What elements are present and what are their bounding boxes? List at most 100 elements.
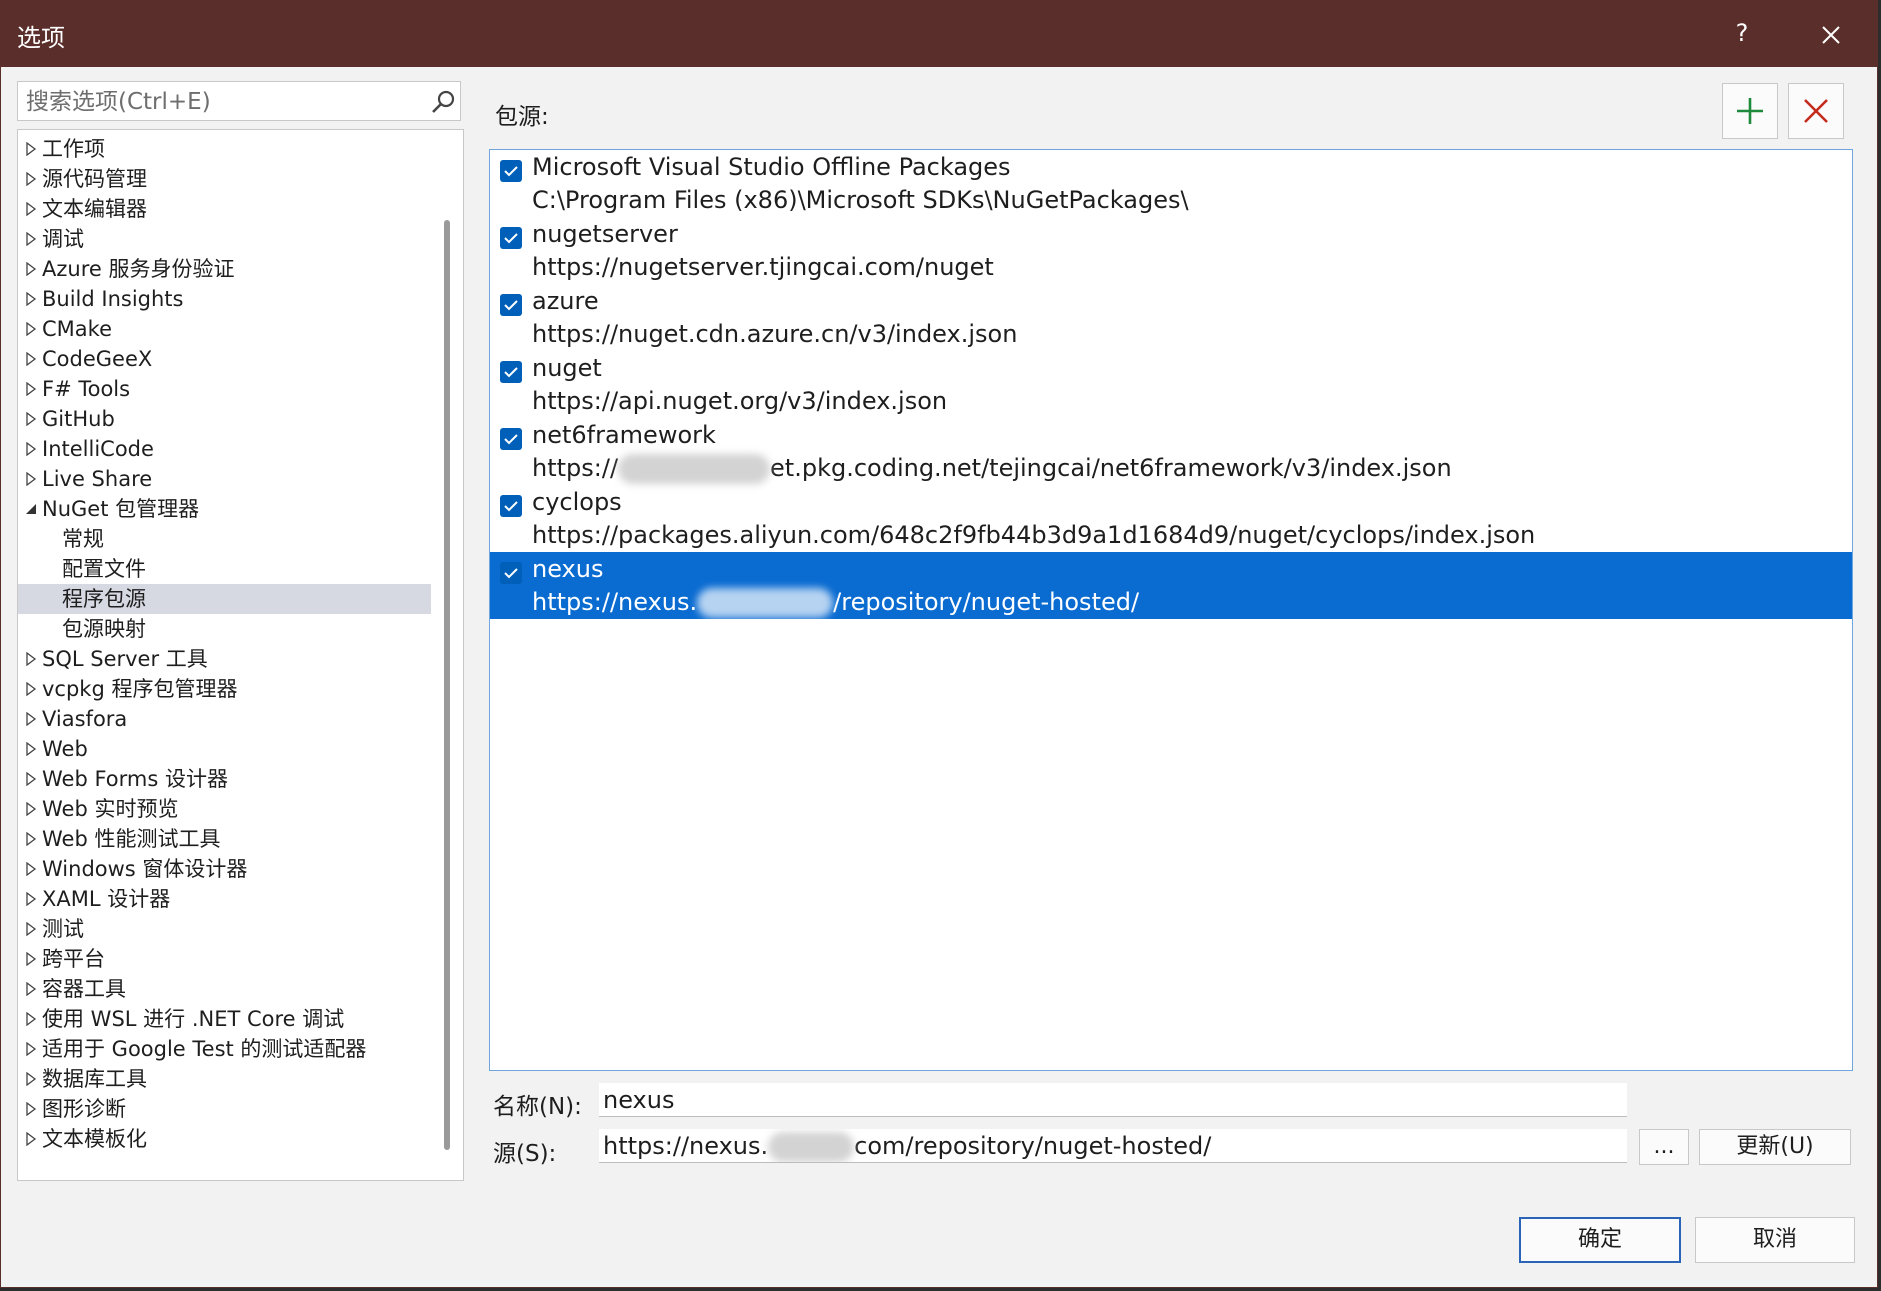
collapsed-arrow-icon[interactable] bbox=[26, 352, 38, 366]
close-button[interactable] bbox=[1809, 13, 1853, 57]
tree-scrollbar[interactable] bbox=[444, 220, 450, 1150]
tree-item[interactable]: F# Tools bbox=[18, 374, 431, 404]
remove-source-button[interactable] bbox=[1788, 83, 1844, 139]
source-field[interactable]: https://nexus. com/repository/nuget-hoste… bbox=[599, 1129, 1627, 1163]
tree-item[interactable]: Web bbox=[18, 734, 431, 764]
package-sources-list[interactable]: Microsoft Visual Studio Offline Packages… bbox=[489, 149, 1853, 1071]
tree-item[interactable]: 适用于 Google Test 的测试适配器 bbox=[18, 1034, 431, 1064]
tree-item[interactable]: 图形诊断 bbox=[18, 1094, 431, 1124]
collapsed-arrow-icon[interactable] bbox=[26, 232, 38, 246]
tree-item[interactable]: 使用 WSL 进行 .NET Core 调试 bbox=[18, 1004, 431, 1034]
tree-item[interactable]: GitHub bbox=[18, 404, 431, 434]
collapsed-arrow-icon[interactable] bbox=[26, 652, 38, 666]
package-source-row[interactable]: nuget https://api.nuget.org/v3/index.json bbox=[490, 351, 1852, 418]
source-enabled-checkbox[interactable] bbox=[500, 428, 522, 450]
expanded-arrow-icon[interactable] bbox=[26, 502, 38, 516]
tree-item[interactable]: SQL Server 工具 bbox=[18, 644, 431, 674]
collapsed-arrow-icon[interactable] bbox=[26, 142, 38, 156]
tree-item[interactable]: vcpkg 程序包管理器 bbox=[18, 674, 431, 704]
tree-item-label: CMake bbox=[42, 317, 112, 341]
package-source-row[interactable]: nugetserver https://nugetserver.tjingcai.… bbox=[490, 217, 1852, 284]
collapsed-arrow-icon[interactable] bbox=[26, 172, 38, 186]
tree-item[interactable]: 工作项 bbox=[18, 134, 431, 164]
tree-item[interactable]: 程序包源 bbox=[18, 584, 431, 614]
tree-item[interactable]: Web 性能测试工具 bbox=[18, 824, 431, 854]
package-source-row[interactable]: cyclops https://packages.aliyun.com/648c2… bbox=[490, 485, 1852, 552]
collapsed-arrow-icon[interactable] bbox=[26, 712, 38, 726]
options-tree-list: 工作项 源代码管理 文本编辑器 调试 Azure 服务身份验证 Build Insight… bbox=[18, 134, 431, 1154]
source-enabled-checkbox[interactable] bbox=[500, 361, 522, 383]
tree-item[interactable]: 测试 bbox=[18, 914, 431, 944]
collapsed-arrow-icon[interactable] bbox=[26, 892, 38, 906]
tree-item[interactable]: 数据库工具 bbox=[18, 1064, 431, 1094]
add-source-button[interactable] bbox=[1722, 83, 1778, 139]
collapsed-arrow-icon[interactable] bbox=[26, 1072, 38, 1086]
tree-item[interactable]: CodeGeeX bbox=[18, 344, 431, 374]
collapsed-arrow-icon[interactable] bbox=[26, 682, 38, 696]
collapsed-arrow-icon[interactable] bbox=[26, 412, 38, 426]
collapsed-arrow-icon[interactable] bbox=[26, 1102, 38, 1116]
tree-item[interactable]: 源代码管理 bbox=[18, 164, 431, 194]
collapsed-arrow-icon[interactable] bbox=[26, 292, 38, 306]
collapsed-arrow-icon[interactable] bbox=[26, 1132, 38, 1146]
source-enabled-checkbox[interactable] bbox=[500, 562, 522, 584]
source-enabled-checkbox[interactable] bbox=[500, 495, 522, 517]
collapsed-arrow-icon[interactable] bbox=[26, 442, 38, 456]
source-enabled-checkbox[interactable] bbox=[500, 294, 522, 316]
cancel-button[interactable]: 取消 bbox=[1695, 1217, 1855, 1263]
package-source-row[interactable]: Microsoft Visual Studio Offline Packages… bbox=[490, 150, 1852, 217]
package-source-row[interactable]: nexus https://nexus. /repository/nuget-hos… bbox=[490, 552, 1852, 619]
collapsed-arrow-icon[interactable] bbox=[26, 472, 38, 486]
tree-item[interactable]: 文本编辑器 bbox=[18, 194, 431, 224]
tree-item-label: 跨平台 bbox=[42, 947, 105, 971]
collapsed-arrow-icon[interactable] bbox=[26, 772, 38, 786]
name-field[interactable]: nexus bbox=[599, 1083, 1627, 1117]
source-enabled-checkbox[interactable] bbox=[500, 227, 522, 249]
tree-item[interactable]: Build Insights bbox=[18, 284, 431, 314]
collapsed-arrow-icon[interactable] bbox=[26, 952, 38, 966]
tree-item[interactable]: CMake bbox=[18, 314, 431, 344]
collapsed-arrow-icon[interactable] bbox=[26, 202, 38, 216]
package-source-row[interactable]: azure https://nuget.cdn.azure.cn/v3/index… bbox=[490, 284, 1852, 351]
collapsed-arrow-icon[interactable] bbox=[26, 802, 38, 816]
search-input[interactable] bbox=[24, 86, 428, 118]
package-source-row[interactable]: net6framework https:// et.pkg.coding.net/t… bbox=[490, 418, 1852, 485]
collapsed-arrow-icon[interactable] bbox=[26, 1012, 38, 1026]
tree-item[interactable]: 跨平台 bbox=[18, 944, 431, 974]
tree-item[interactable]: Live Share bbox=[18, 464, 431, 494]
collapsed-arrow-icon[interactable] bbox=[26, 742, 38, 756]
collapsed-arrow-icon[interactable] bbox=[26, 322, 38, 336]
search-icon[interactable] bbox=[430, 88, 458, 116]
tree-item[interactable]: 文本模板化 bbox=[18, 1124, 431, 1154]
tree-item[interactable]: Web 实时预览 bbox=[18, 794, 431, 824]
redacted-region bbox=[697, 588, 834, 618]
package-sources-label: 包源: bbox=[495, 104, 549, 130]
tree-item[interactable]: NuGet 包管理器 bbox=[18, 494, 431, 524]
options-tree[interactable]: 工作项 源代码管理 文本编辑器 调试 Azure 服务身份验证 Build Insight… bbox=[17, 129, 464, 1181]
source-enabled-checkbox[interactable] bbox=[500, 160, 522, 182]
tree-item[interactable]: 包源映射 bbox=[18, 614, 431, 644]
tree-item[interactable]: 容器工具 bbox=[18, 974, 431, 1004]
help-button[interactable]: ? bbox=[1725, 13, 1759, 53]
tree-item[interactable]: Viasfora bbox=[18, 704, 431, 734]
tree-item[interactable]: Windows 窗体设计器 bbox=[18, 854, 431, 884]
collapsed-arrow-icon[interactable] bbox=[26, 982, 38, 996]
tree-item[interactable]: Azure 服务身份验证 bbox=[18, 254, 431, 284]
ok-button[interactable]: 确定 bbox=[1519, 1217, 1681, 1263]
tree-item[interactable]: 常规 bbox=[18, 524, 431, 554]
tree-item[interactable]: 配置文件 bbox=[18, 554, 431, 584]
tree-item[interactable]: Web Forms 设计器 bbox=[18, 764, 431, 794]
collapsed-arrow-icon[interactable] bbox=[26, 382, 38, 396]
collapsed-arrow-icon[interactable] bbox=[26, 862, 38, 876]
browse-button[interactable]: ... bbox=[1639, 1129, 1689, 1165]
collapsed-arrow-icon[interactable] bbox=[26, 262, 38, 276]
tree-item-label: 配置文件 bbox=[62, 557, 146, 581]
tree-item[interactable]: IntelliCode bbox=[18, 434, 431, 464]
collapsed-arrow-icon[interactable] bbox=[26, 1042, 38, 1056]
tree-item[interactable]: XAML 设计器 bbox=[18, 884, 431, 914]
update-button[interactable]: 更新(U) bbox=[1699, 1129, 1851, 1165]
plus-icon bbox=[1737, 98, 1763, 124]
collapsed-arrow-icon[interactable] bbox=[26, 922, 38, 936]
tree-item[interactable]: 调试 bbox=[18, 224, 431, 254]
collapsed-arrow-icon[interactable] bbox=[26, 832, 38, 846]
